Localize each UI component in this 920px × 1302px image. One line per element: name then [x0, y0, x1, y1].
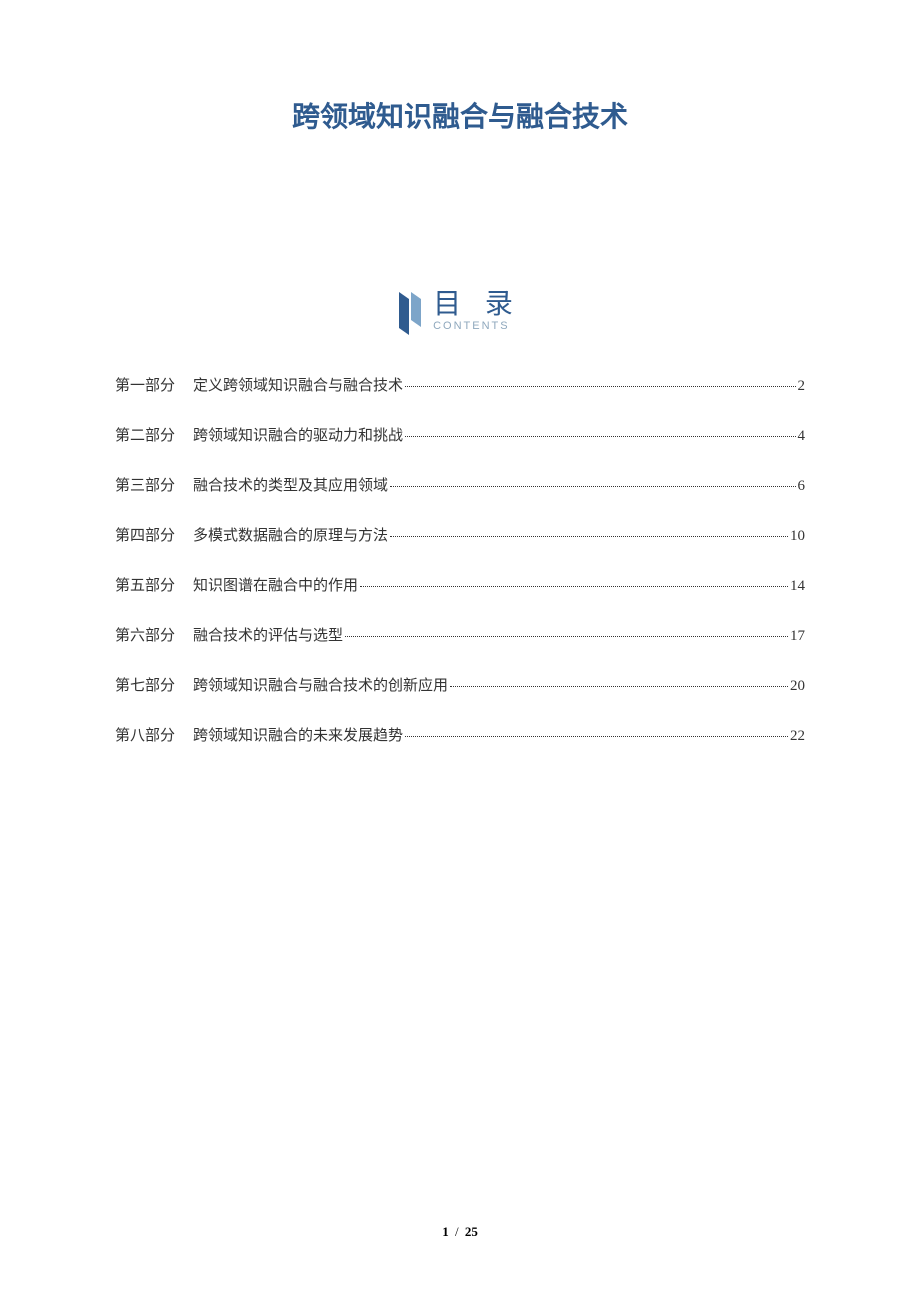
toc-banner-icon — [399, 292, 423, 334]
page-title: 跨领域知识融合与融合技术 — [0, 0, 920, 135]
toc-part-label: 第五部分 — [115, 574, 175, 595]
toc-part-label: 第七部分 — [115, 674, 175, 695]
toc-leader-dots — [405, 436, 795, 437]
toc-entry[interactable]: 第五部分 知识图谱在融合中的作用 14 — [115, 574, 805, 595]
toc-page-number: 17 — [790, 628, 805, 645]
toc-item-title: 跨领域知识融合的驱动力和挑战 — [193, 424, 403, 445]
toc-item-title: 融合技术的类型及其应用领域 — [193, 474, 388, 495]
total-page-count: 25 — [465, 1224, 478, 1239]
toc-part-label: 第三部分 — [115, 474, 175, 495]
toc-page-number: 2 — [798, 378, 806, 395]
toc-part-label: 第四部分 — [115, 524, 175, 545]
toc-part-label: 第八部分 — [115, 724, 175, 745]
toc-item-title: 多模式数据融合的原理与方法 — [193, 524, 388, 545]
toc-page-number: 6 — [798, 478, 806, 495]
toc-header: 目 录 CONTENTS — [0, 290, 920, 334]
toc-entry[interactable]: 第六部分 融合技术的评估与选型 17 — [115, 624, 805, 645]
toc-heading-group: 目 录 CONTENTS — [433, 290, 521, 332]
toc-leader-dots — [405, 386, 795, 387]
toc-leader-dots — [390, 486, 795, 487]
toc-entry[interactable]: 第七部分 跨领域知识融合与融合技术的创新应用 20 — [115, 674, 805, 695]
toc-leader-dots — [360, 586, 788, 587]
toc-page-number: 4 — [798, 428, 806, 445]
toc-part-label: 第一部分 — [115, 374, 175, 395]
toc-page-number: 14 — [790, 578, 805, 595]
toc-item-title: 定义跨领域知识融合与融合技术 — [193, 374, 403, 395]
toc-leader-dots — [390, 536, 788, 537]
toc-list: 第一部分 定义跨领域知识融合与融合技术 2 第二部分 跨领域知识融合的驱动力和挑… — [115, 374, 805, 745]
toc-entry[interactable]: 第四部分 多模式数据融合的原理与方法 10 — [115, 524, 805, 545]
toc-entry[interactable]: 第八部分 跨领域知识融合的未来发展趋势 22 — [115, 724, 805, 745]
toc-part-label: 第六部分 — [115, 624, 175, 645]
toc-page-number: 10 — [790, 528, 805, 545]
toc-part-label: 第二部分 — [115, 424, 175, 445]
toc-leader-dots — [405, 736, 788, 737]
toc-heading-cn: 目 录 — [433, 290, 521, 318]
toc-item-title: 知识图谱在融合中的作用 — [193, 574, 358, 595]
toc-item-title: 跨领域知识融合的未来发展趋势 — [193, 724, 403, 745]
toc-item-title: 跨领域知识融合与融合技术的创新应用 — [193, 674, 448, 695]
toc-leader-dots — [345, 636, 788, 637]
page-footer: 1 / 25 — [0, 1224, 920, 1240]
page-separator: / — [455, 1224, 459, 1239]
toc-heading-en: CONTENTS — [433, 320, 510, 332]
toc-entry[interactable]: 第三部分 融合技术的类型及其应用领域 6 — [115, 474, 805, 495]
toc-entry[interactable]: 第二部分 跨领域知识融合的驱动力和挑战 4 — [115, 424, 805, 445]
current-page-number: 1 — [442, 1224, 449, 1239]
toc-item-title: 融合技术的评估与选型 — [193, 624, 343, 645]
toc-leader-dots — [450, 686, 788, 687]
toc-page-number: 20 — [790, 678, 805, 695]
toc-entry[interactable]: 第一部分 定义跨领域知识融合与融合技术 2 — [115, 374, 805, 395]
toc-page-number: 22 — [790, 728, 805, 745]
